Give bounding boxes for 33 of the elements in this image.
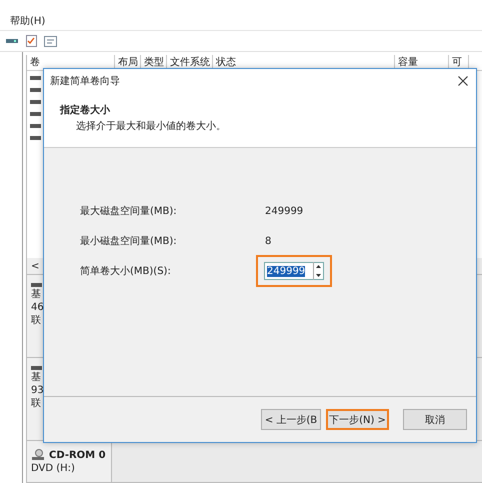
drive-icon[interactable] [5, 36, 19, 46]
page-heading: 指定卷大小 [60, 103, 111, 117]
disk-info-text: 93 [31, 385, 45, 396]
field-value: 8 [265, 236, 272, 246]
size-spin-field[interactable]: 249999 [264, 262, 324, 280]
field-value: 249999 [265, 206, 304, 216]
cd-drive-icon [31, 449, 45, 461]
properties-icon[interactable] [44, 36, 57, 46]
wizard-button[interactable]: 取消 [403, 409, 467, 430]
disk-name: CD-ROM 0 [49, 450, 106, 461]
menu-item[interactable]: 帮助(H) [10, 14, 46, 28]
wizard-button[interactable]: < 上一步(B [261, 409, 321, 430]
volume-icon [30, 136, 41, 140]
checklist-icon[interactable] [26, 35, 37, 47]
volume-icon [30, 88, 41, 92]
field-label: 最小磁盘空间量(MB): [80, 234, 178, 248]
dialog-title: 新建简单卷向导 [50, 74, 120, 88]
disk-info-text: 基 [31, 372, 42, 383]
volume-icon [30, 112, 41, 116]
volume-icon [30, 76, 41, 80]
disk-info-text: 46 [31, 302, 45, 313]
wizard-button[interactable]: 下一步(N) > [326, 409, 389, 430]
scroll-left-button[interactable]: < [27, 260, 44, 272]
volume-icon [30, 100, 41, 104]
volume-icon [30, 124, 41, 128]
disk-info-text: DVD (H:) [31, 463, 76, 474]
disk-info-text: 联 [31, 398, 42, 409]
field-label: 最大磁盘空间量(MB): [80, 204, 178, 218]
page-subheading: 选择介于最大和最小値的卷大小。 [76, 120, 227, 133]
close-icon[interactable] [458, 76, 468, 86]
disk-info-text: 联 [31, 315, 42, 326]
field-label: 简单卷大小(MB)(S): [80, 264, 172, 278]
disk-info-text: 基 [31, 289, 42, 300]
